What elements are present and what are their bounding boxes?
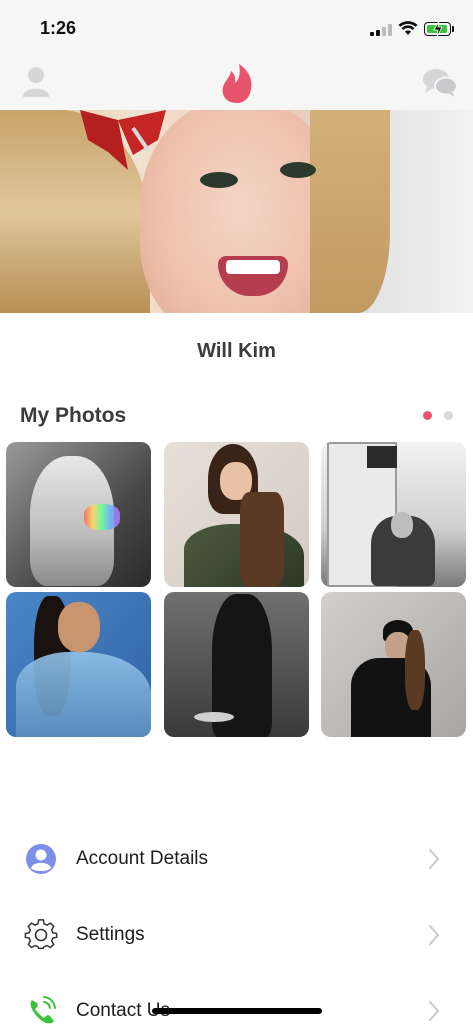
photo-tile-1[interactable] xyxy=(6,442,151,587)
chevron-right-icon xyxy=(429,1001,439,1021)
menu-item-settings[interactable]: Settings xyxy=(0,908,473,964)
hair-bow-graphic xyxy=(80,110,166,170)
menu-label-account-details: Account Details xyxy=(76,848,209,869)
chevron-right-icon xyxy=(429,925,439,945)
menu-item-contact-us[interactable]: Contact Us xyxy=(0,984,473,1024)
photo-tile-3[interactable] xyxy=(321,442,466,587)
menu-label-settings: Settings xyxy=(76,924,145,945)
home-indicator[interactable] xyxy=(152,1008,322,1014)
status-bar: 1:26 xyxy=(0,0,473,56)
profile-cover-photo xyxy=(0,110,473,313)
wifi-icon xyxy=(398,21,418,35)
phone-icon xyxy=(30,996,56,1024)
gear-icon xyxy=(24,919,58,950)
menu-item-account-details[interactable]: Account Details xyxy=(0,832,473,888)
photo-tile-5[interactable] xyxy=(164,592,309,737)
chevron-right-icon xyxy=(429,849,439,869)
profile-name: Will Kim xyxy=(197,340,276,362)
chat-bubbles-icon[interactable] xyxy=(422,66,458,98)
cell-signal-icon xyxy=(370,24,392,36)
charging-bolt-icon xyxy=(433,20,443,38)
account-icon xyxy=(26,844,56,874)
photo-tile-2[interactable] xyxy=(164,442,309,587)
top-nav-bar xyxy=(0,56,473,110)
photo-tile-4[interactable] xyxy=(6,592,151,737)
photo-tile-6[interactable] xyxy=(321,592,466,737)
page-dot-inactive[interactable] xyxy=(444,411,453,420)
status-time: 1:26 xyxy=(40,18,77,38)
page-dot-active[interactable] xyxy=(423,411,432,420)
flame-logo-icon[interactable] xyxy=(220,62,254,104)
profile-icon[interactable] xyxy=(22,66,50,98)
photos-section-title: My Photos xyxy=(20,404,127,427)
